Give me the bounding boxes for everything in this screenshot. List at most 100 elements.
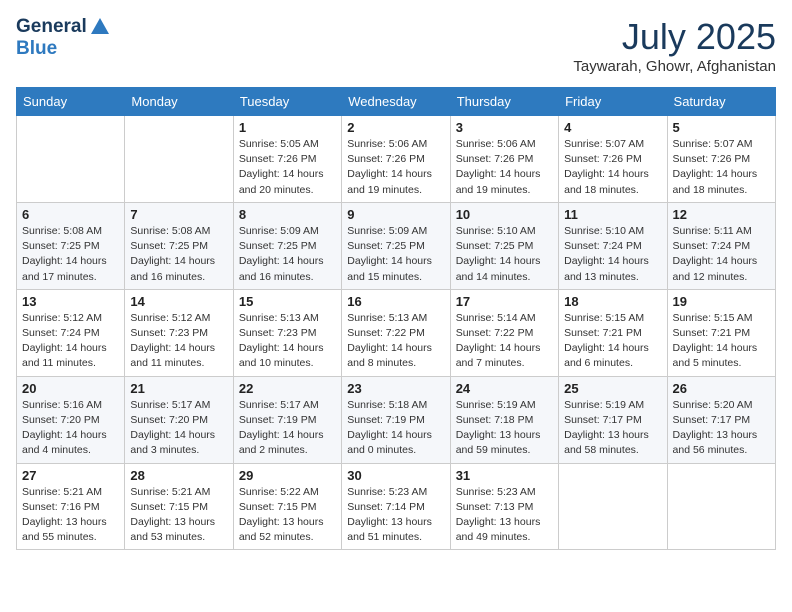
day-info: Sunrise: 5:08 AMSunset: 7:25 PMDaylight:… <box>130 224 227 285</box>
day-number: 17 <box>456 294 553 309</box>
day-number: 8 <box>239 207 336 222</box>
day-number: 3 <box>456 120 553 135</box>
calendar-cell: 7 Sunrise: 5:08 AMSunset: 7:25 PMDaylight… <box>125 202 233 289</box>
day-info: Sunrise: 5:06 AMSunset: 7:26 PMDaylight:… <box>456 137 553 198</box>
day-number: 2 <box>347 120 444 135</box>
day-number: 16 <box>347 294 444 309</box>
day-number: 21 <box>130 381 227 396</box>
day-info: Sunrise: 5:15 AMSunset: 7:21 PMDaylight:… <box>564 311 661 372</box>
calendar-table: SundayMondayTuesdayWednesdayThursdayFrid… <box>16 87 776 550</box>
day-info: Sunrise: 5:15 AMSunset: 7:21 PMDaylight:… <box>673 311 770 372</box>
day-info: Sunrise: 5:23 AMSunset: 7:14 PMDaylight:… <box>347 485 444 546</box>
calendar-cell <box>17 116 125 203</box>
day-info: Sunrise: 5:06 AMSunset: 7:26 PMDaylight:… <box>347 137 444 198</box>
calendar-cell: 8 Sunrise: 5:09 AMSunset: 7:25 PMDaylight… <box>233 202 341 289</box>
day-number: 23 <box>347 381 444 396</box>
day-info: Sunrise: 5:17 AMSunset: 7:20 PMDaylight:… <box>130 398 227 459</box>
weekday-header: Sunday <box>17 88 125 116</box>
day-info: Sunrise: 5:09 AMSunset: 7:25 PMDaylight:… <box>347 224 444 285</box>
day-number: 7 <box>130 207 227 222</box>
day-number: 27 <box>22 468 119 483</box>
calendar-cell: 9 Sunrise: 5:09 AMSunset: 7:25 PMDaylight… <box>342 202 450 289</box>
day-info: Sunrise: 5:07 AMSunset: 7:26 PMDaylight:… <box>673 137 770 198</box>
page-header: General Blue July 2025 Taywarah, Ghowr, … <box>16 16 776 75</box>
logo-icon <box>89 16 111 38</box>
calendar-cell: 18Sunrise: 5:15 AMSunset: 7:21 PMDayligh… <box>559 289 667 376</box>
day-number: 14 <box>130 294 227 309</box>
day-info: Sunrise: 5:07 AMSunset: 7:26 PMDaylight:… <box>564 137 661 198</box>
calendar-cell <box>559 463 667 550</box>
calendar-cell: 27 Sunrise: 5:21 AMSunset: 7:16 PMDayligh… <box>17 463 125 550</box>
day-number: 30 <box>347 468 444 483</box>
day-number: 4 <box>564 120 661 135</box>
title-block: July 2025 Taywarah, Ghowr, Afghanistan <box>573 16 776 75</box>
day-info: Sunrise: 5:13 AMSunset: 7:23 PMDaylight:… <box>239 311 336 372</box>
day-number: 31 <box>456 468 553 483</box>
calendar-cell: 31 Sunrise: 5:23 AMSunset: 7:13 PMDayligh… <box>450 463 558 550</box>
calendar-week-row: 6 Sunrise: 5:08 AMSunset: 7:25 PMDaylight… <box>17 202 776 289</box>
calendar-cell <box>667 463 775 550</box>
day-info: Sunrise: 5:10 AMSunset: 7:25 PMDaylight:… <box>456 224 553 285</box>
calendar-cell: 5 Sunrise: 5:07 AMSunset: 7:26 PMDaylight… <box>667 116 775 203</box>
day-info: Sunrise: 5:18 AMSunset: 7:19 PMDaylight:… <box>347 398 444 459</box>
day-number: 1 <box>239 120 336 135</box>
calendar-week-row: 1Sunrise: 5:05 AMSunset: 7:26 PMDaylight… <box>17 116 776 203</box>
weekday-header: Saturday <box>667 88 775 116</box>
logo-blue: Blue <box>16 38 57 60</box>
calendar-cell: 26 Sunrise: 5:20 AMSunset: 7:17 PMDayligh… <box>667 376 775 463</box>
day-number: 25 <box>564 381 661 396</box>
day-number: 28 <box>130 468 227 483</box>
day-number: 12 <box>673 207 770 222</box>
day-number: 5 <box>673 120 770 135</box>
day-info: Sunrise: 5:23 AMSunset: 7:13 PMDaylight:… <box>456 485 553 546</box>
calendar-cell: 30 Sunrise: 5:23 AMSunset: 7:14 PMDayligh… <box>342 463 450 550</box>
calendar-week-row: 20 Sunrise: 5:16 AMSunset: 7:20 PMDayligh… <box>17 376 776 463</box>
calendar-cell: 21 Sunrise: 5:17 AMSunset: 7:20 PMDayligh… <box>125 376 233 463</box>
day-info: Sunrise: 5:19 AMSunset: 7:17 PMDaylight:… <box>564 398 661 459</box>
day-info: Sunrise: 5:20 AMSunset: 7:17 PMDaylight:… <box>673 398 770 459</box>
day-info: Sunrise: 5:08 AMSunset: 7:25 PMDaylight:… <box>22 224 119 285</box>
day-info: Sunrise: 5:17 AMSunset: 7:19 PMDaylight:… <box>239 398 336 459</box>
calendar-cell: 12Sunrise: 5:11 AMSunset: 7:24 PMDayligh… <box>667 202 775 289</box>
calendar-cell: 6 Sunrise: 5:08 AMSunset: 7:25 PMDaylight… <box>17 202 125 289</box>
weekday-header: Monday <box>125 88 233 116</box>
calendar-cell <box>125 116 233 203</box>
calendar-cell: 14 Sunrise: 5:12 AMSunset: 7:23 PMDayligh… <box>125 289 233 376</box>
day-info: Sunrise: 5:21 AMSunset: 7:16 PMDaylight:… <box>22 485 119 546</box>
calendar-cell: 16 Sunrise: 5:13 AMSunset: 7:22 PMDayligh… <box>342 289 450 376</box>
day-info: Sunrise: 5:21 AMSunset: 7:15 PMDaylight:… <box>130 485 227 546</box>
day-number: 26 <box>673 381 770 396</box>
day-number: 9 <box>347 207 444 222</box>
weekday-header: Friday <box>559 88 667 116</box>
day-info: Sunrise: 5:19 AMSunset: 7:18 PMDaylight:… <box>456 398 553 459</box>
day-number: 6 <box>22 207 119 222</box>
calendar-header-row: SundayMondayTuesdayWednesdayThursdayFrid… <box>17 88 776 116</box>
day-number: 15 <box>239 294 336 309</box>
logo-general: General <box>16 16 87 38</box>
month-title: July 2025 <box>573 16 776 58</box>
calendar-cell: 24Sunrise: 5:19 AMSunset: 7:18 PMDayligh… <box>450 376 558 463</box>
calendar-week-row: 13Sunrise: 5:12 AMSunset: 7:24 PMDayligh… <box>17 289 776 376</box>
calendar-cell: 3 Sunrise: 5:06 AMSunset: 7:26 PMDaylight… <box>450 116 558 203</box>
day-info: Sunrise: 5:14 AMSunset: 7:22 PMDaylight:… <box>456 311 553 372</box>
calendar-cell: 4 Sunrise: 5:07 AMSunset: 7:26 PMDaylight… <box>559 116 667 203</box>
weekday-header: Tuesday <box>233 88 341 116</box>
calendar-cell: 25 Sunrise: 5:19 AMSunset: 7:17 PMDayligh… <box>559 376 667 463</box>
calendar-cell: 2 Sunrise: 5:06 AMSunset: 7:26 PMDaylight… <box>342 116 450 203</box>
day-info: Sunrise: 5:13 AMSunset: 7:22 PMDaylight:… <box>347 311 444 372</box>
calendar-cell: 1Sunrise: 5:05 AMSunset: 7:26 PMDaylight… <box>233 116 341 203</box>
calendar-cell: 29Sunrise: 5:22 AMSunset: 7:15 PMDayligh… <box>233 463 341 550</box>
day-number: 22 <box>239 381 336 396</box>
calendar-cell: 10 Sunrise: 5:10 AMSunset: 7:25 PMDayligh… <box>450 202 558 289</box>
day-number: 20 <box>22 381 119 396</box>
day-number: 11 <box>564 207 661 222</box>
calendar-cell: 20 Sunrise: 5:16 AMSunset: 7:20 PMDayligh… <box>17 376 125 463</box>
calendar-cell: 23 Sunrise: 5:18 AMSunset: 7:19 PMDayligh… <box>342 376 450 463</box>
weekday-header: Thursday <box>450 88 558 116</box>
calendar-cell: 11Sunrise: 5:10 AMSunset: 7:24 PMDayligh… <box>559 202 667 289</box>
day-info: Sunrise: 5:16 AMSunset: 7:20 PMDaylight:… <box>22 398 119 459</box>
day-number: 10 <box>456 207 553 222</box>
calendar-cell: 28 Sunrise: 5:21 AMSunset: 7:15 PMDayligh… <box>125 463 233 550</box>
day-info: Sunrise: 5:09 AMSunset: 7:25 PMDaylight:… <box>239 224 336 285</box>
day-info: Sunrise: 5:12 AMSunset: 7:23 PMDaylight:… <box>130 311 227 372</box>
